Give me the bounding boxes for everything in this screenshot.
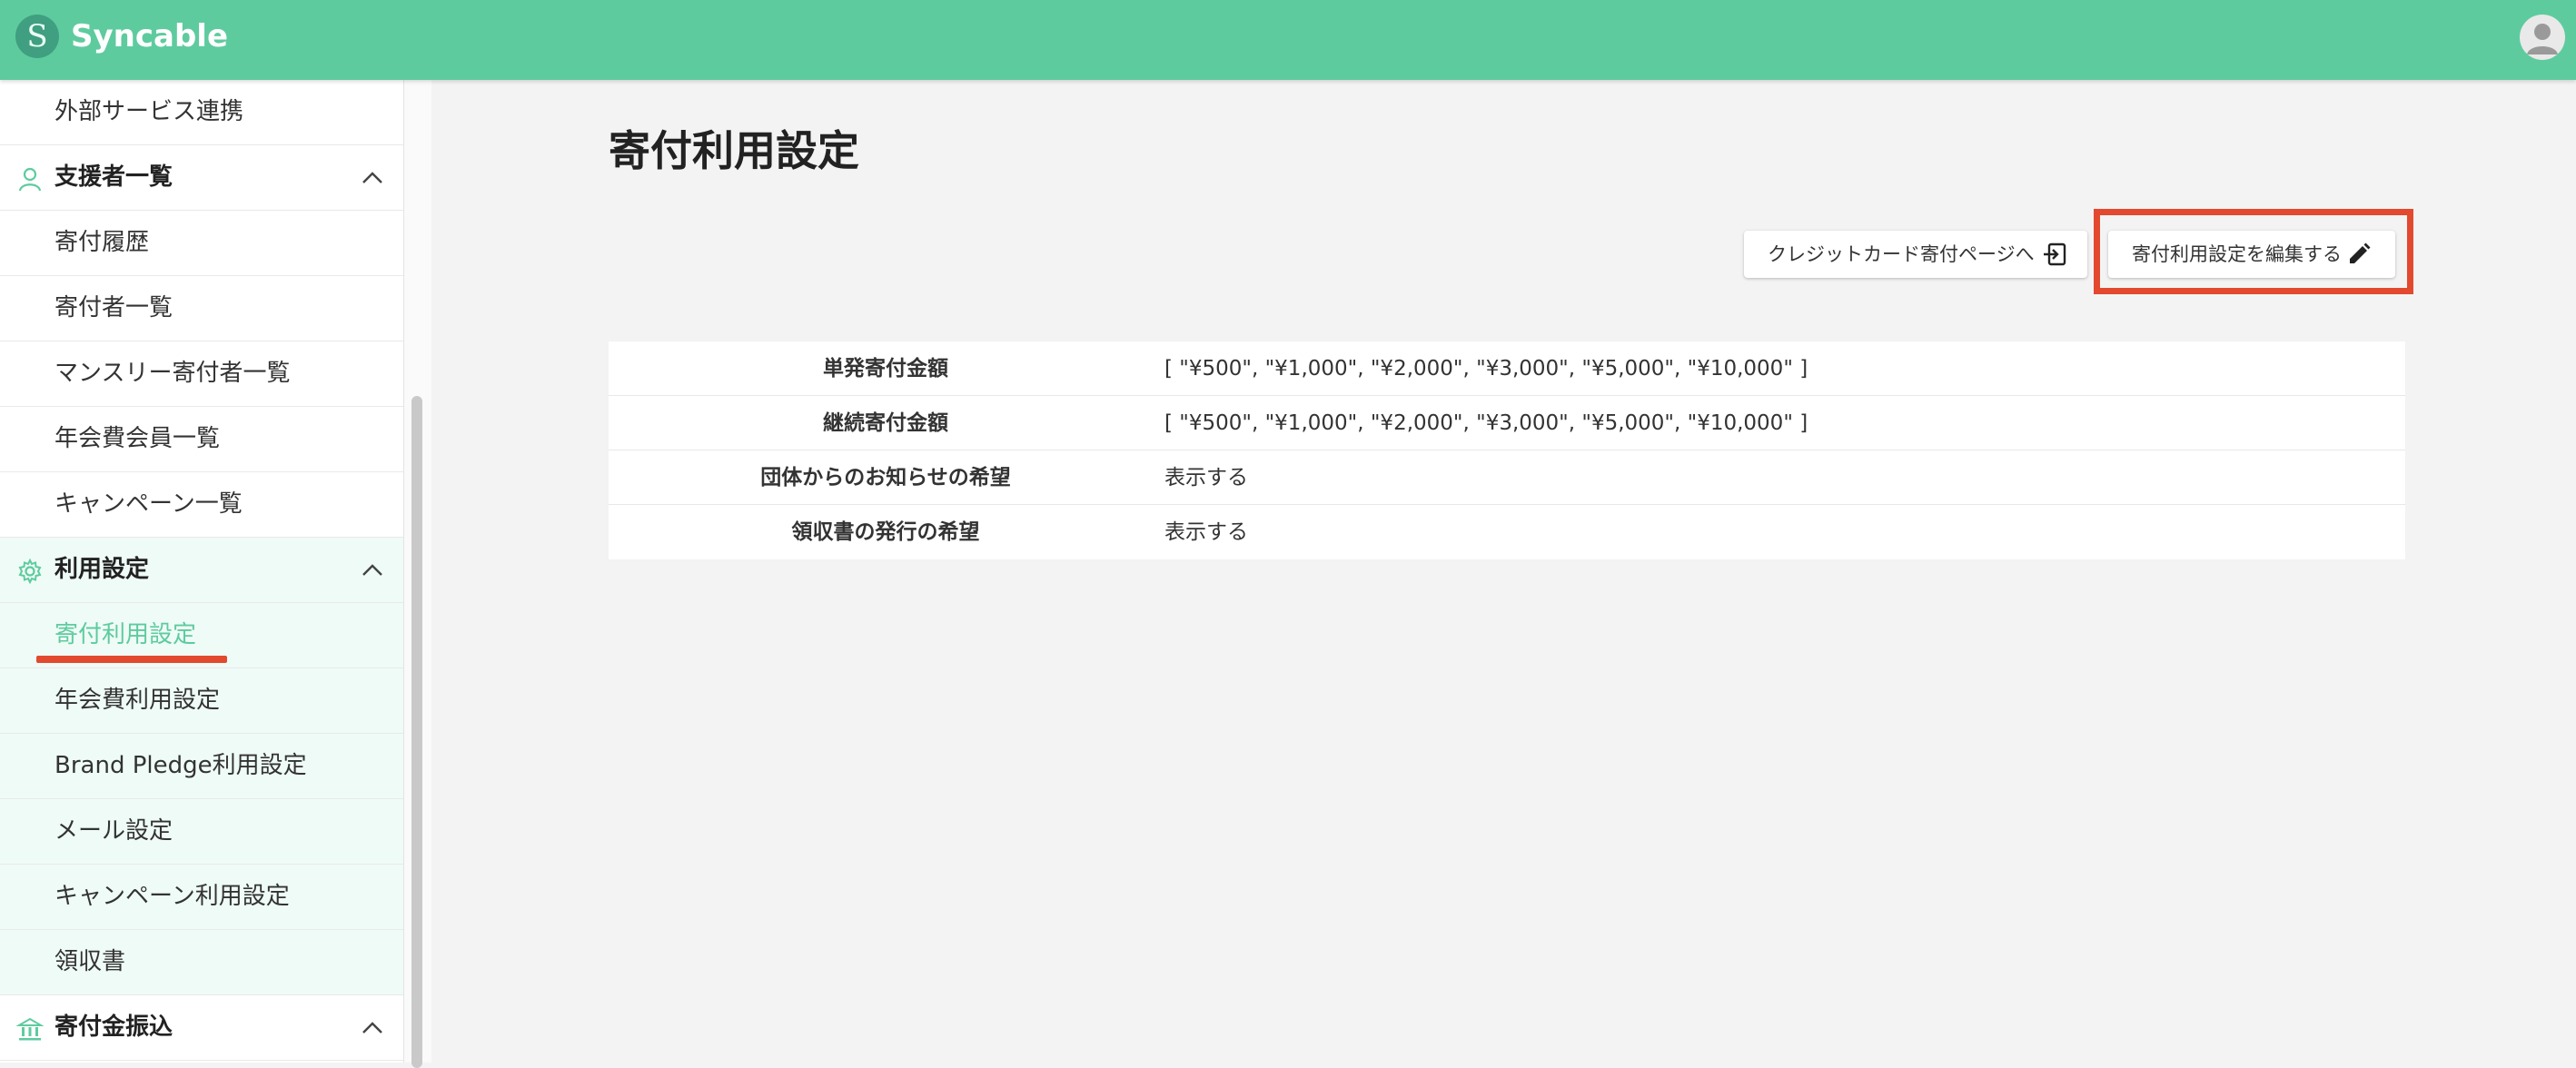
edit-button-highlight-annotation: [2094, 209, 2413, 294]
setting-value: [ "¥500", "¥1,000", "¥2,000", "¥3,000", …: [1164, 411, 1808, 435]
table-row: 団体からのお知らせの希望 表示する: [609, 450, 2405, 505]
table-row: 領収書の発行の希望 表示する: [609, 505, 2405, 559]
table-row: 単発寄付金額 [ "¥500", "¥1,000", "¥2,000", "¥3…: [609, 341, 2405, 396]
setting-key: 領収書の発行の希望: [791, 520, 980, 544]
setting-value: [ "¥500", "¥1,000", "¥2,000", "¥3,000", …: [1164, 357, 1808, 381]
chevron-up-icon[interactable]: [360, 558, 385, 583]
setting-key: 団体からのお知らせの希望: [760, 466, 1011, 490]
bank-icon: [16, 1017, 44, 1041]
sidebar-group-donation-transfer[interactable]: 寄付金振込: [0, 995, 403, 1061]
credit-card-page-button[interactable]: クレジットカード寄付ページへ: [1744, 231, 2087, 278]
sidebar: 外部サービス連携 支援者一覧 寄付履歴 寄付者一覧 マンスリー寄付者一覧 年会費…: [0, 80, 403, 1063]
setting-value: 表示する: [1164, 520, 1248, 544]
sidebar-item-donation-history[interactable]: 寄付履歴: [0, 211, 403, 276]
app-header: S Syncable: [0, 0, 2576, 80]
brand-name[interactable]: Syncable: [71, 15, 228, 58]
logo-icon[interactable]: S: [15, 15, 59, 58]
login-arrow-icon: [2044, 242, 2066, 266]
sidebar-item-label: 領収書: [54, 948, 126, 975]
gear-icon: [18, 558, 42, 585]
setting-value: 表示する: [1164, 466, 1248, 490]
sidebar-item-mail-settings[interactable]: メール設定: [0, 799, 403, 865]
sidebar-item-campaign-settings[interactable]: キャンペーン利用設定: [0, 865, 403, 930]
sidebar-item-annual-fee-settings[interactable]: 年会費利用設定: [0, 668, 403, 734]
sidebar-item-brand-pledge-settings[interactable]: Brand Pledge利用設定: [0, 734, 403, 799]
person-icon: [18, 167, 42, 192]
chevron-up-icon[interactable]: [360, 165, 385, 191]
user-avatar[interactable]: [2520, 15, 2565, 60]
sidebar-item-donor-list[interactable]: 寄付者一覧: [0, 276, 403, 341]
table-row: 継続寄付金額 [ "¥500", "¥1,000", "¥2,000", "¥3…: [609, 396, 2405, 450]
sidebar-item-label: 年会費利用設定: [54, 687, 221, 714]
sidebar-item-monthly-donors[interactable]: マンスリー寄付者一覧: [0, 341, 403, 407]
user-icon: [2527, 24, 2558, 54]
sidebar-item-label: メール設定: [54, 817, 173, 845]
sidebar-group-label: 利用設定: [54, 556, 150, 583]
sidebar-group-label: 支援者一覧: [54, 163, 173, 191]
page-title: 寄付利用設定: [609, 126, 859, 175]
sidebar-group-supporters[interactable]: 支援者一覧: [0, 145, 403, 211]
sidebar-item-label: キャンペーン一覧: [54, 490, 243, 518]
sidebar-item-label: 外部サービス連携: [54, 98, 244, 125]
sidebar-item-label: キャンペーン利用設定: [54, 883, 290, 910]
sidebar-group-label: 寄付金振込: [54, 1014, 173, 1041]
sidebar-item-label: Brand Pledge利用設定: [54, 752, 307, 779]
settings-table: 単発寄付金額 [ "¥500", "¥1,000", "¥2,000", "¥3…: [609, 341, 2405, 559]
sidebar-item-campaign-list[interactable]: キャンペーン一覧: [0, 472, 403, 538]
active-item-underline-annotation: [36, 656, 227, 663]
chevron-up-icon[interactable]: [360, 1015, 385, 1041]
sidebar-scrollbar[interactable]: [411, 396, 422, 1068]
sidebar-group-usage-settings[interactable]: 利用設定: [0, 538, 403, 603]
sidebar-item-external-services[interactable]: 外部サービス連携: [0, 80, 403, 145]
sidebar-item-receipts[interactable]: 領収書: [0, 930, 403, 995]
sidebar-item-label: 寄付者一覧: [54, 294, 173, 321]
sidebar-item-label: マンスリー寄付者一覧: [54, 360, 291, 387]
credit-card-page-button-label: クレジットカード寄付ページへ: [1768, 243, 2035, 265]
sidebar-item-annual-members[interactable]: 年会費会員一覧: [0, 407, 403, 472]
setting-key: 単発寄付金額: [823, 357, 948, 381]
setting-key: 継続寄付金額: [823, 411, 948, 435]
sidebar-item-label: 寄付履歴: [54, 229, 150, 256]
sidebar-item-label: 年会費会員一覧: [54, 425, 221, 452]
